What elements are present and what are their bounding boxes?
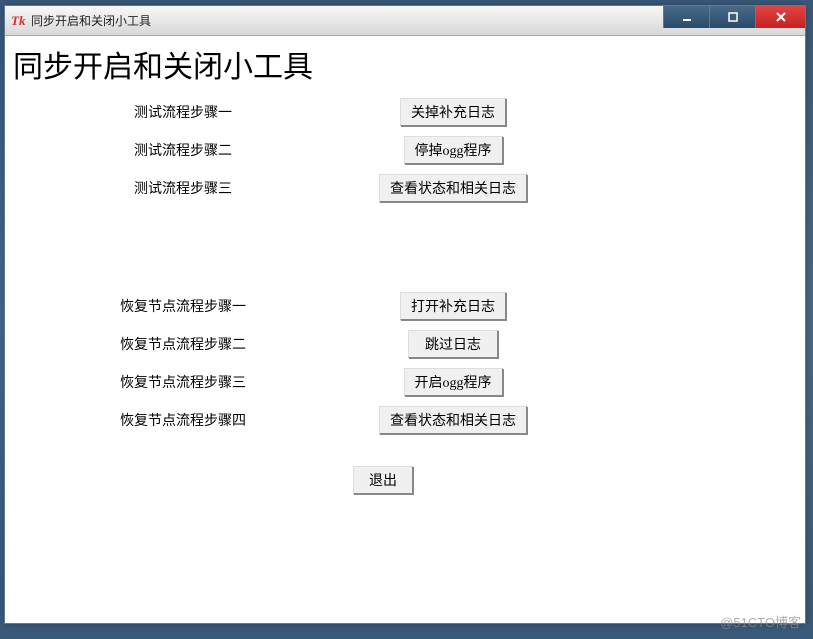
maximize-button[interactable] [709, 6, 755, 28]
step-label: 恢复节点流程步骤三 [13, 372, 353, 392]
page-title: 同步开启和关闭小工具 [13, 42, 797, 86]
view-status-log-button[interactable]: 查看状态和相关日志 [379, 174, 527, 202]
list-item: 测试流程步骤一 关掉补充日志 [13, 96, 797, 128]
client-area: 同步开启和关闭小工具 测试流程步骤一 关掉补充日志 测试流程步骤二 停掉ogg程… [5, 36, 805, 496]
watermark: @51CTO博客 [720, 612, 801, 631]
step-label: 测试流程步骤三 [13, 178, 353, 198]
app-icon: Tk [11, 13, 27, 29]
app-window: Tk 同步开启和关闭小工具 同步开启和关闭小工具 测试流程步骤一 关掉补充日志 … [4, 5, 806, 624]
skip-log-button[interactable]: 跳过日志 [408, 330, 498, 358]
window-title: 同步开启和关闭小工具 [31, 12, 151, 29]
step-label: 恢复节点流程步骤四 [13, 410, 353, 430]
titlebar[interactable]: Tk 同步开启和关闭小工具 [5, 6, 805, 36]
exit-button[interactable]: 退出 [353, 466, 413, 494]
list-item: 恢复节点流程步骤四 查看状态和相关日志 [13, 404, 797, 436]
minimize-button[interactable] [663, 6, 709, 28]
start-ogg-button[interactable]: 开启ogg程序 [404, 368, 503, 396]
close-button[interactable] [755, 6, 805, 28]
open-supplementary-log-button[interactable]: 打开补充日志 [400, 292, 506, 320]
stop-ogg-button[interactable]: 停掉ogg程序 [404, 136, 503, 164]
list-item: 测试流程步骤三 查看状态和相关日志 [13, 172, 797, 204]
step-label: 恢复节点流程步骤一 [13, 296, 353, 316]
list-item: 恢复节点流程步骤二 跳过日志 [13, 328, 797, 360]
step-label: 测试流程步骤二 [13, 140, 353, 160]
list-item: 恢复节点流程步骤三 开启ogg程序 [13, 366, 797, 398]
view-status-log-button-2[interactable]: 查看状态和相关日志 [379, 406, 527, 434]
window-controls [663, 6, 805, 28]
list-item: 恢复节点流程步骤一 打开补充日志 [13, 290, 797, 322]
close-supplementary-log-button[interactable]: 关掉补充日志 [400, 98, 506, 126]
step-label: 测试流程步骤一 [13, 102, 353, 122]
step-label: 恢复节点流程步骤二 [13, 334, 353, 354]
list-item: 测试流程步骤二 停掉ogg程序 [13, 134, 797, 166]
